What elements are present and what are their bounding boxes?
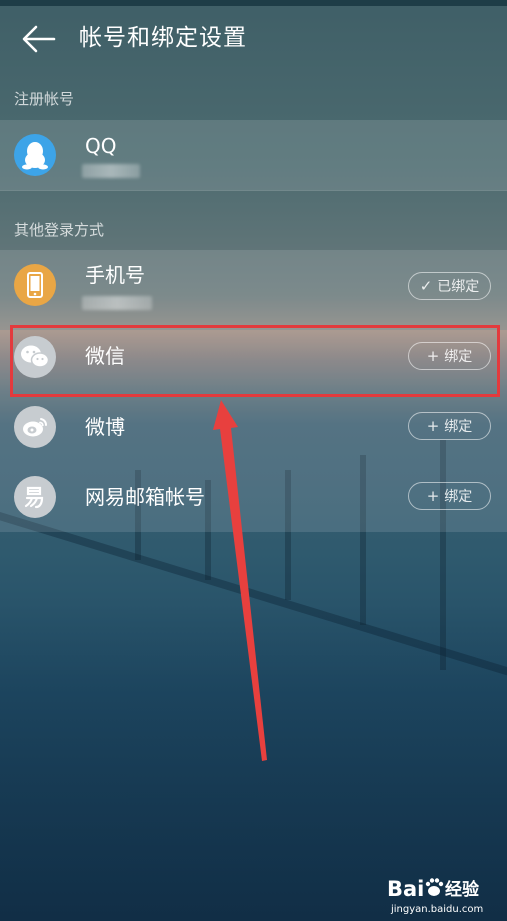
- annotation-arrow-layer: [213, 400, 267, 761]
- jingyan-label: 经验: [445, 879, 480, 900]
- paw-icon: [425, 878, 444, 896]
- watermark-url: jingyan.baidu.com: [390, 904, 483, 915]
- baidu-jingyan-watermark: Bai 经验 jingyan.baidu.com: [385, 868, 500, 916]
- annotation-arrow-icon: [213, 400, 267, 761]
- baidu-logo-text: Bai: [387, 877, 424, 901]
